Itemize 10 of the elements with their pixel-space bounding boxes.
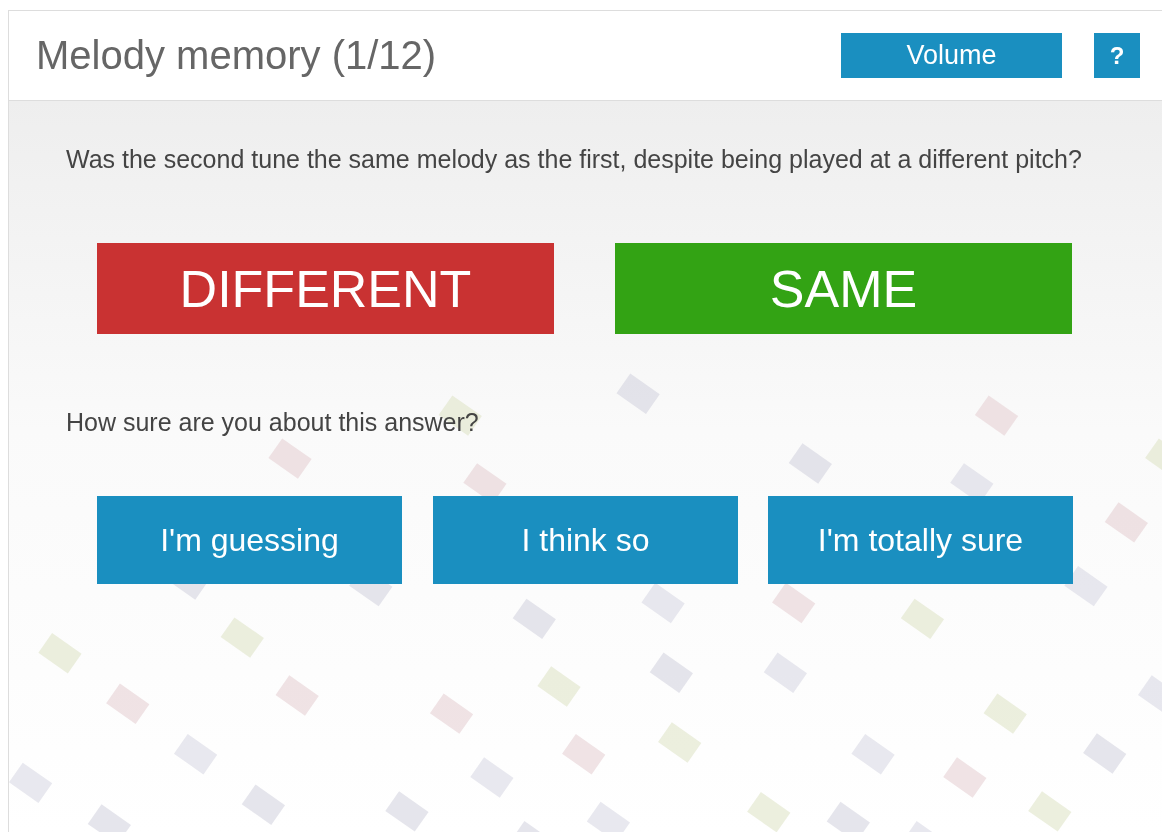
confidence-button[interactable]: I think so (433, 496, 738, 584)
help-button[interactable]: ? (1094, 33, 1140, 78)
volume-button[interactable]: Volume (841, 33, 1062, 78)
answer-button[interactable]: DIFFERENT (97, 243, 554, 334)
question-text: Was the second tune the same melody as the first, despite being played at a different pitch? (66, 144, 1083, 175)
answer-button[interactable]: SAME (615, 243, 1072, 334)
confidence-button[interactable]: I'm totally sure (768, 496, 1073, 584)
confidence-prompt: How sure are you about this answer? (66, 408, 480, 437)
quiz-title: Melody memory (1/12) (36, 33, 438, 78)
confidence-button[interactable]: I'm guessing (97, 496, 402, 584)
